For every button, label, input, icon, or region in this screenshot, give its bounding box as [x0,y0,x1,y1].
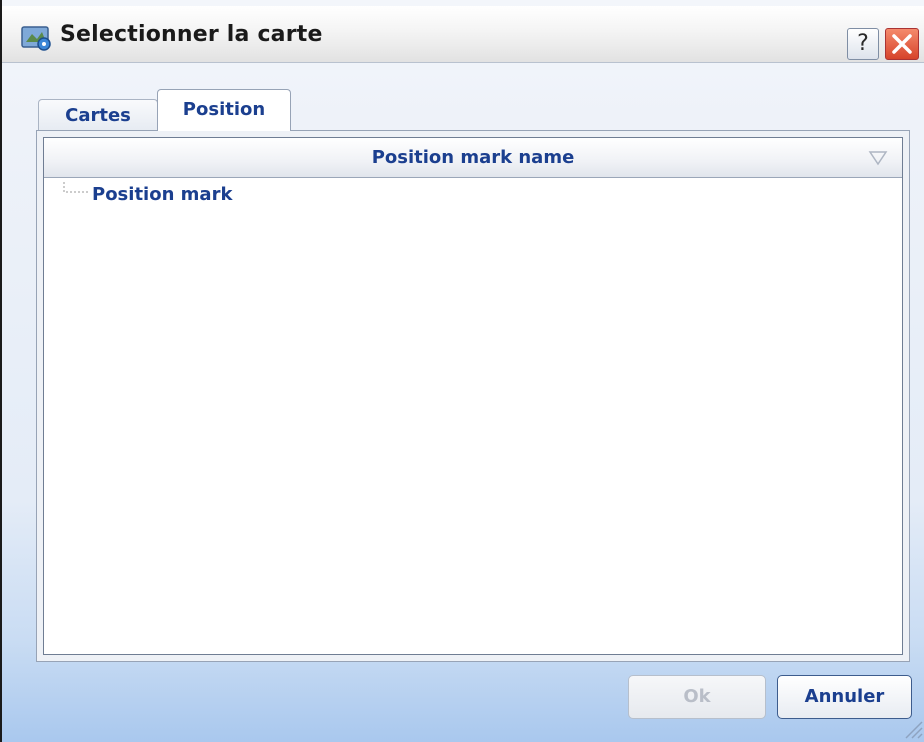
help-button[interactable]: ? [847,28,879,60]
close-icon [892,34,912,54]
resize-grip-icon[interactable] [902,718,924,740]
list-item-label: Position mark [92,184,233,205]
window-title: Selectionner la carte [60,22,323,47]
close-button[interactable] [885,28,919,60]
sort-triangle-icon [868,151,888,166]
tab-cartes[interactable]: Cartes [38,99,158,131]
tree-connector-icon [63,182,90,193]
column-header-position-mark-name[interactable]: Position mark name [44,138,902,178]
tab-panel-position: Position mark name Position mark [36,130,910,662]
position-mark-list[interactable]: Position mark name Position mark [43,137,903,655]
cancel-button[interactable]: Annuler [777,675,912,719]
ok-button[interactable]: Ok [628,675,766,719]
column-header-label: Position mark name [371,147,575,168]
dialog-window: Selectionner la carte ? Cartes Position … [0,0,924,742]
title-bar[interactable]: Selectionner la carte ? [2,6,924,63]
help-icon: ? [857,31,869,56]
map-app-icon [21,26,51,51]
tab-position[interactable]: Position [157,89,291,131]
